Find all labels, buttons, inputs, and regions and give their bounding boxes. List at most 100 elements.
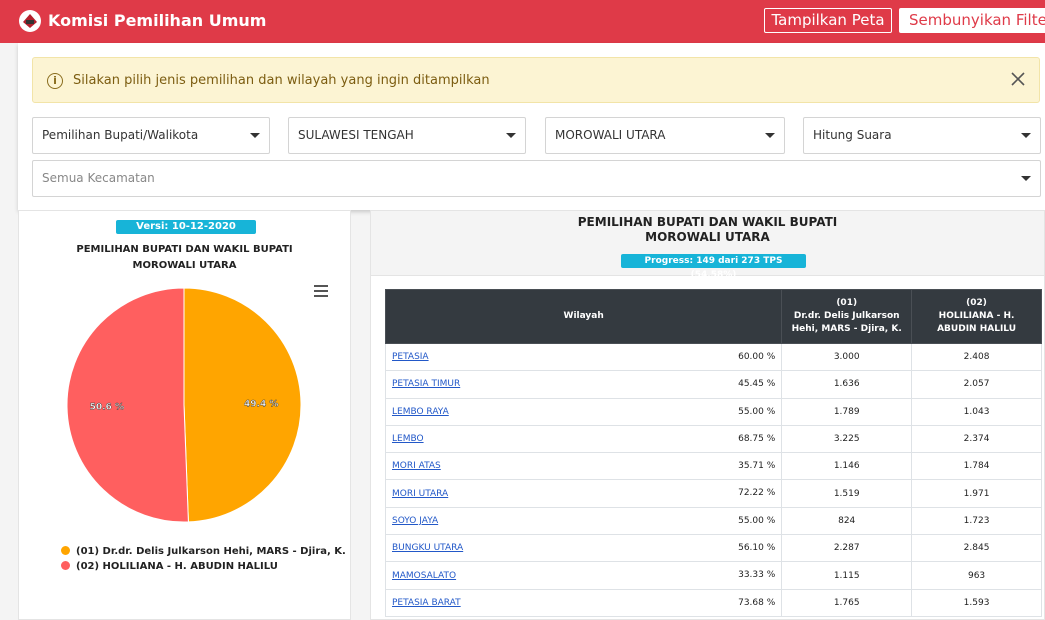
hamburger-menu-icon[interactable] xyxy=(314,285,328,297)
wilayah-cell: MORI UTARA 72.22 % xyxy=(384,479,783,508)
table-row: BUNGKU UTARA 56.10 % 2.287 2.845 xyxy=(384,534,1042,563)
progress-badge: Progress: 149 dari 273 TPS (54.58%) xyxy=(621,254,806,280)
candidate-01-votes: 1.789 xyxy=(781,397,913,426)
app-title[interactable]: Komisi Pemilihan Umum xyxy=(48,11,266,30)
candidate-02-number: (02) xyxy=(966,298,987,308)
wilayah-cell: PETASIA TIMUR 45.45 % xyxy=(384,370,783,399)
hide-filter-button[interactable]: Sembunyikan Filter xyxy=(899,8,1045,33)
show-map-button[interactable]: Tampilkan Peta xyxy=(764,8,892,33)
chevron-down-icon xyxy=(765,133,775,138)
wilayah-link[interactable]: LEMBO RAYA xyxy=(392,407,449,417)
progress-percent: 68.75 % xyxy=(738,433,776,444)
wilayah-cell: MORI ATAS 35.71 % xyxy=(384,452,783,481)
close-icon[interactable] xyxy=(1009,70,1027,88)
wilayah-link[interactable]: PETASIA TIMUR xyxy=(392,379,460,389)
progress-percent: 35.71 % xyxy=(738,461,776,472)
results-title-line1: PEMILIHAN BUPATI DAN WAKIL BUPATI xyxy=(577,215,838,229)
wilayah-cell: BUNGKU UTARA 56.10 % xyxy=(384,534,783,563)
candidate-02-votes: 1.723 xyxy=(911,506,1042,536)
table-row: SOYO JAYA 55.00 % 824 1.723 xyxy=(384,506,1042,536)
regency-value: MOROWALI UTARA xyxy=(555,128,666,142)
results-title-line2: MOROWALI UTARA xyxy=(645,230,770,244)
legend-color-dot xyxy=(61,546,70,555)
legend-color-dot xyxy=(61,561,70,570)
top-navbar: Komisi Pemilihan Umum Tampilkan Peta Sem… xyxy=(0,0,1045,43)
progress-percent: 56.10 % xyxy=(738,543,776,554)
wilayah-cell: PETASIA 60.00 % xyxy=(384,342,783,372)
chevron-down-icon xyxy=(1021,176,1031,181)
info-alert: i Silakan pilih jenis pemilihan dan wila… xyxy=(32,57,1040,103)
pie-slice-2[interactable] xyxy=(66,287,189,523)
table-header-row: Wilayah (01) Dr.dr. Delis Julkarson Hehi,… xyxy=(384,289,1042,344)
table-row: PETASIA TIMUR 45.45 % 1.636 2.057 xyxy=(384,370,1042,399)
wilayah-link[interactable]: MORI ATAS xyxy=(392,461,441,471)
progress-percent: 72.22 % xyxy=(738,488,776,499)
pie-slice-1[interactable] xyxy=(183,287,302,523)
district-select[interactable]: Semua Kecamatan xyxy=(32,160,1041,197)
wilayah-link[interactable]: PETASIA xyxy=(392,352,429,362)
legend-item-02[interactable]: (02) HOLILIANA - H. ABUDIN HALILU xyxy=(61,561,278,572)
candidate-01-votes: 2.287 xyxy=(781,534,913,563)
wilayah-cell: MAMOSALATO 33.33 % xyxy=(384,561,783,590)
progress-percent: 73.68 % xyxy=(738,597,776,608)
wilayah-cell: LEMBO RAYA 55.00 % xyxy=(384,397,783,426)
candidate-01-votes: 1.636 xyxy=(781,370,913,399)
wilayah-link[interactable]: BUNGKU UTARA xyxy=(392,543,463,553)
candidate-01-name: Dr.dr. Delis Julkarson Hehi, MARS - Djir… xyxy=(791,311,902,334)
legend-item-01[interactable]: (01) Dr.dr. Delis Julkarson Hehi, MARS -… xyxy=(61,546,346,557)
wilayah-cell: SOYO JAYA 55.00 % xyxy=(384,506,783,536)
candidate-02-votes: 2.408 xyxy=(911,342,1042,372)
header-candidate-02: (02) HOLILIANA - H. ABUDIN HALILU xyxy=(911,289,1042,344)
wilayah-link[interactable]: MAMOSALATO xyxy=(392,571,456,581)
wilayah-link[interactable]: PETASIA BARAT xyxy=(392,598,461,608)
chart-card: Versi: 10-12-2020 18:11:54 PEMILIHAN BUP… xyxy=(18,210,351,620)
wilayah-cell: PETASIA BARAT 73.68 % xyxy=(384,588,783,617)
election-type-value: Pemilihan Bupati/Walikota xyxy=(42,128,199,142)
wilayah-link[interactable]: MORI UTARA xyxy=(392,489,448,499)
table-row: LEMBO 68.75 % 3.225 2.374 xyxy=(384,424,1042,454)
results-header: PEMILIHAN BUPATI DAN WAKIL BUPATI MOROWA… xyxy=(371,211,1044,280)
chart-title-line2: MOROWALI UTARA xyxy=(132,260,237,271)
pie-chart: 49.4 % 50.6 % xyxy=(66,287,302,523)
candidate-01-votes: 1.115 xyxy=(781,561,913,590)
info-circle-icon: i xyxy=(47,73,63,89)
progress-percent: 45.45 % xyxy=(738,379,776,390)
wilayah-link[interactable]: LEMBO xyxy=(392,434,424,444)
candidate-02-votes: 1.971 xyxy=(911,479,1042,508)
table-row: MORI UTARA 72.22 % 1.519 1.971 xyxy=(384,479,1042,508)
candidate-02-name: HOLILIANA - H. ABUDIN HALILU xyxy=(937,311,1017,334)
table-row: LEMBO RAYA 55.00 % 1.789 1.043 xyxy=(384,397,1042,426)
candidate-02-votes: 963 xyxy=(911,561,1042,590)
candidate-01-votes: 3.000 xyxy=(781,342,913,372)
candidate-02-votes: 1.784 xyxy=(911,452,1042,481)
election-type-select[interactable]: Pemilihan Bupati/Walikota xyxy=(32,117,270,154)
legend-label: (01) Dr.dr. Delis Julkarson Hehi, MARS -… xyxy=(76,546,346,557)
filter-panel: i Silakan pilih jenis pemilihan dan wila… xyxy=(18,43,1045,210)
count-type-select[interactable]: Hitung Suara xyxy=(803,117,1041,154)
alert-message: Silakan pilih jenis pemilihan dan wilaya… xyxy=(73,73,490,88)
chevron-down-icon xyxy=(506,133,516,138)
candidate-02-votes: 2.374 xyxy=(911,424,1042,454)
province-select[interactable]: SULAWESI TENGAH xyxy=(288,117,526,154)
chevron-down-icon xyxy=(1021,133,1031,138)
header-wilayah: Wilayah xyxy=(384,289,783,344)
count-type-value: Hitung Suara xyxy=(813,128,892,142)
version-badge: Versi: 10-12-2020 18:11:54 xyxy=(116,220,256,246)
candidate-02-votes: 1.043 xyxy=(911,397,1042,426)
chart-title-line1: PEMILIHAN BUPATI DAN WAKIL BUPATI xyxy=(76,244,293,255)
wilayah-link[interactable]: SOYO JAYA xyxy=(392,516,438,526)
legend-label: (02) HOLILIANA - H. ABUDIN HALILU xyxy=(76,561,278,572)
kpu-logo-icon[interactable] xyxy=(18,9,42,33)
pie-data-label: 49.4 % xyxy=(244,400,278,410)
wilayah-cell: LEMBO 68.75 % xyxy=(384,424,783,454)
results-table: Wilayah (01) Dr.dr. Delis Julkarson Hehi,… xyxy=(384,289,1042,617)
table-row: MAMOSALATO 33.33 % 1.115 963 xyxy=(384,561,1042,590)
progress-percent: 55.00 % xyxy=(738,515,776,526)
header-candidate-01: (01) Dr.dr. Delis Julkarson Hehi, MARS - … xyxy=(781,289,913,344)
chevron-down-icon xyxy=(250,133,260,138)
province-value: SULAWESI TENGAH xyxy=(298,128,414,142)
candidate-01-votes: 1.146 xyxy=(781,452,913,481)
progress-percent: 60.00 % xyxy=(738,352,776,362)
regency-select[interactable]: MOROWALI UTARA xyxy=(545,117,785,154)
progress-percent: 33.33 % xyxy=(738,570,776,581)
